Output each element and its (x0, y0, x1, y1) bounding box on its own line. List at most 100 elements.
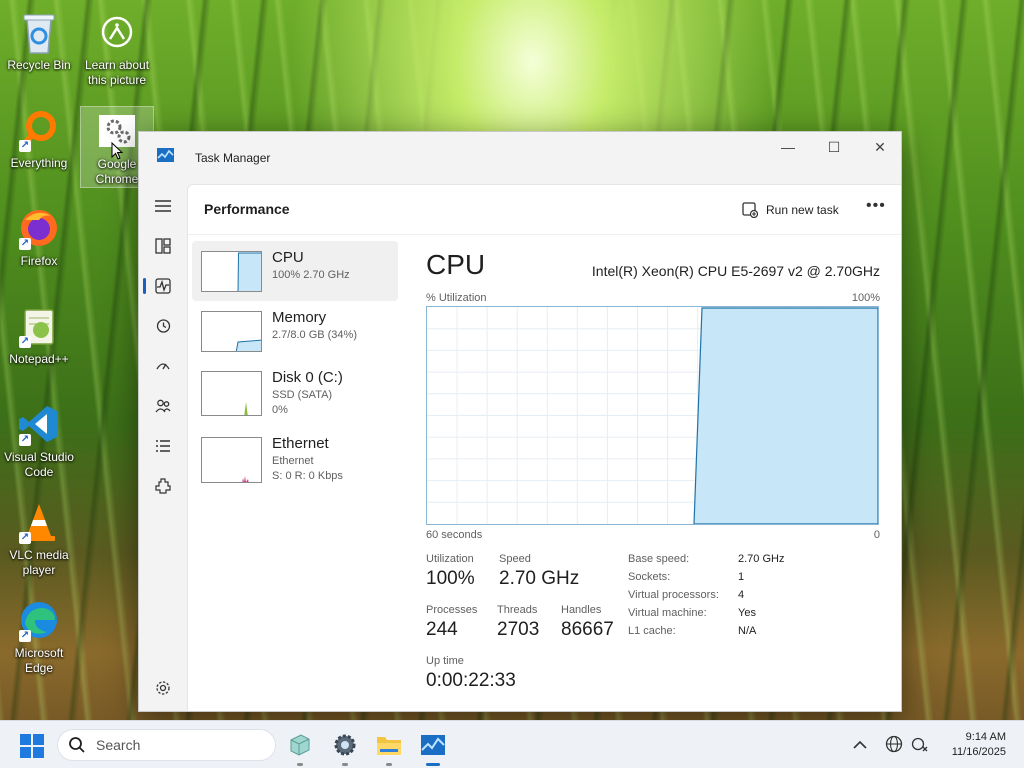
resource-detail-secondary: S: 0 R: 0 Kbps (272, 470, 343, 482)
disk-thumbnail-graph (201, 371, 262, 416)
desktop-icon-everything[interactable]: ↗ Everything (2, 106, 76, 171)
run-new-task-button[interactable]: Run new task (742, 199, 839, 221)
notepad-plus-plus-icon: ↗ (15, 302, 63, 350)
performance-icon (155, 278, 171, 294)
graph-time-label: 60 seconds (426, 529, 483, 541)
desktop-icon-firefox[interactable]: ↗ Firefox (2, 204, 76, 269)
vscode-icon: ↗ (15, 400, 63, 448)
nav-users[interactable] (149, 392, 177, 420)
resource-name: Ethernet (272, 435, 329, 452)
desktop-icon-label: Recycle Bin (7, 58, 71, 72)
chevron-up-icon (853, 740, 867, 749)
shortcut-arrow-icon: ↗ (19, 532, 31, 544)
spec-label-l1-cache: L1 cache: (628, 625, 676, 637)
desktop-icon-edge[interactable]: ↗ Microsoft Edge (2, 596, 76, 676)
minimize-icon: — (781, 139, 795, 155)
graph-y-label: % Utilization (426, 292, 487, 304)
handles-label: Handles (561, 604, 602, 616)
settings-icon (156, 681, 170, 695)
everything-search-icon: ↗ (15, 106, 63, 154)
nav-details[interactable] (149, 432, 177, 460)
recycle-bin-icon (15, 8, 63, 56)
nav-services[interactable] (149, 472, 177, 500)
running-indicator (386, 763, 392, 766)
resource-name: Disk 0 (C:) (272, 369, 343, 386)
spec-label-virtual-machine: Virtual machine: (628, 607, 707, 619)
more-options-button[interactable]: ••• (866, 197, 886, 215)
close-icon: ✕ (874, 138, 886, 155)
resource-name: CPU (272, 249, 304, 266)
resource-detail: 100% 2.70 GHz (272, 269, 350, 281)
show-hidden-icons-button[interactable] (853, 737, 867, 755)
clock-date: 11/16/2025 (951, 746, 1006, 758)
spec-label-virtual-processors: Virtual processors: (628, 589, 719, 601)
minimize-button[interactable]: — (765, 132, 811, 162)
spec-value-base-speed: 2.70 GHz (738, 553, 785, 565)
resource-item-cpu[interactable]: CPU 100% 2.70 GHz (192, 241, 398, 301)
taskbar-app-settings[interactable] (330, 730, 360, 766)
close-button[interactable]: ✕ (857, 132, 903, 162)
desktop-icon-notepad-plus-plus[interactable]: ↗ Notepad++ (2, 302, 76, 367)
shortcut-arrow-icon: ↗ (19, 336, 31, 348)
globe-icon (885, 735, 903, 753)
graph-max-label: 100% (851, 292, 880, 304)
edge-icon: ↗ (15, 596, 63, 644)
page-title: Performance (204, 201, 290, 217)
spec-value-sockets: 1 (738, 571, 745, 583)
resource-item-memory[interactable]: Memory 2.7/8.0 GB (34%) (192, 301, 398, 361)
resource-detail: SSD (SATA) (272, 389, 333, 401)
desktop-icon-label: Microsoft Edge (14, 646, 64, 675)
cpu-utilization-area (693, 307, 879, 525)
resource-item-ethernet[interactable]: Ethernet Ethernet S: 0 R: 0 Kbps (192, 427, 398, 487)
nav-startup-apps[interactable] (149, 352, 177, 380)
nav-hamburger-button[interactable] (149, 192, 177, 220)
nav-settings[interactable] (149, 674, 177, 702)
resource-detail: 2.7/8.0 GB (34%) (272, 329, 357, 341)
desktop-icon-vlc[interactable]: ↗ VLC media player (2, 498, 76, 578)
resource-item-disk[interactable]: Disk 0 (C:) SSD (SATA) 0% (192, 361, 398, 421)
resource-list: CPU 100% 2.70 GHz Memory 2.7/8.0 GB (34%… (192, 241, 398, 487)
desktop-icon-learn-about-picture[interactable]: Learn about this picture (80, 8, 154, 88)
task-manager-icon (421, 735, 445, 755)
spec-value-l1-cache: N/A (738, 625, 757, 637)
taskbar-app-task-manager[interactable] (418, 730, 448, 766)
network-disconnected-icon (911, 737, 928, 752)
running-indicator (426, 763, 440, 766)
maximize-button[interactable]: ☐ (811, 132, 857, 162)
desktop-icon-recycle-bin[interactable]: Recycle Bin (2, 8, 76, 73)
search-placeholder: Search (96, 737, 141, 753)
task-manager-app-icon (157, 148, 174, 162)
mouse-cursor-icon (111, 142, 123, 160)
hamburger-icon (155, 200, 171, 212)
utilization-value: 100% (426, 568, 475, 589)
nav-performance[interactable] (143, 272, 177, 300)
tray-language-button[interactable] (885, 735, 903, 758)
run-new-task-label: Run new task (766, 203, 839, 217)
nav-app-history[interactable] (149, 312, 177, 340)
shortcut-arrow-icon: ↗ (19, 140, 31, 152)
cpu-thumbnail-fill (237, 252, 261, 291)
cpu-model-name: Intel(R) Xeon(R) CPU E5-2697 v2 @ 2.70GH… (591, 263, 880, 279)
nav-processes[interactable] (149, 232, 177, 260)
taskbar: Search 9:14 AM 11/16/2025 (0, 720, 1024, 768)
desktop-icon-label: Learn about this picture (84, 58, 150, 87)
ethernet-thumbnail-graph (201, 437, 262, 483)
processes-label: Processes (426, 604, 478, 616)
desktop-icon-label: Firefox (20, 254, 58, 268)
ethernet-thumbnail-spike (242, 476, 249, 482)
spec-label-base-speed: Base speed: (628, 553, 690, 565)
taskbar-search-box[interactable]: Search (57, 729, 276, 761)
processes-icon (155, 238, 171, 254)
title-bar[interactable]: Task Manager — ☐ ✕ (139, 132, 901, 184)
utilization-label: Utilization (426, 553, 474, 565)
details-icon (156, 440, 170, 452)
start-button[interactable] (20, 734, 44, 758)
taskbar-clock[interactable]: 9:14 AM 11/16/2025 (952, 730, 1006, 760)
shortcut-arrow-icon: ↗ (19, 630, 31, 642)
taskbar-app-file-explorer[interactable] (374, 730, 404, 766)
users-icon (155, 399, 171, 413)
desktop-icon-vscode[interactable]: ↗ Visual Studio Code (2, 400, 76, 480)
tray-network-button[interactable] (911, 735, 929, 758)
memory-thumbnail-graph (201, 311, 262, 352)
taskbar-app-cursor[interactable] (285, 730, 315, 766)
